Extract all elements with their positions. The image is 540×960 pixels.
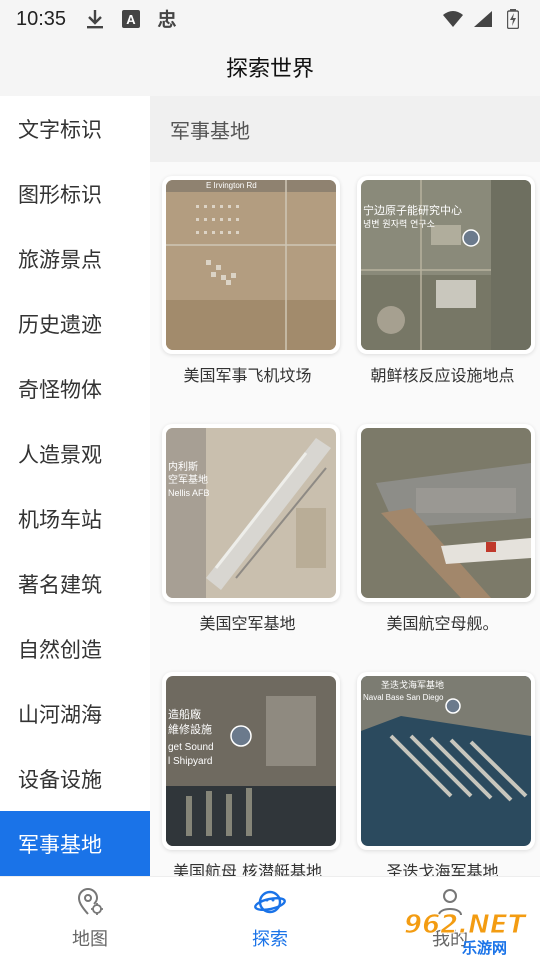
thumbnail-frame: 宁边原子能研究中心 녕변 원자력 연구소 xyxy=(357,176,535,354)
map-text: 宁边原子能研究中心 xyxy=(363,203,462,217)
nav-item-profile[interactable]: 我的 xyxy=(360,877,540,960)
wifi-icon xyxy=(442,8,464,30)
svg-text:A: A xyxy=(126,12,136,27)
map-text: 内利斯 xyxy=(168,460,198,473)
place-card[interactable]: 圣迭戈海军基地 Naval Base San Diego 圣迭戈海军基地 xyxy=(345,658,540,876)
sidebar-item-label: 设备设施 xyxy=(18,767,102,792)
bottom-nav: 地图 探索 我的 xyxy=(0,876,540,960)
section-title: 军事基地 xyxy=(150,96,540,162)
nav-label: 我的 xyxy=(432,928,468,950)
map-pin-icon xyxy=(75,887,105,921)
nav-label: 探索 xyxy=(252,928,288,950)
place-card-label: 圣迭戈海军基地 xyxy=(386,862,499,876)
map-text: get Sound xyxy=(168,742,214,753)
a-badge-icon: A xyxy=(120,8,142,30)
sidebar-item-tourist-spots[interactable]: 旅游景点 xyxy=(0,226,150,291)
map-text: 圣迭戈海军基地 xyxy=(381,679,444,691)
map-text: 녕변 원자력 연구소 xyxy=(363,218,435,230)
satellite-thumbnail: E Irvington Rd xyxy=(166,180,336,350)
main-panel: 军事基地 E Irvington Rd 美国军事飞机坟场 宁边原子能研究中心 녕… xyxy=(150,96,540,876)
sidebar-item-label: 军事基地 xyxy=(18,832,102,857)
thumbnail-frame: 圣迭戈海军基地 Naval Base San Diego xyxy=(357,672,535,850)
download-icon xyxy=(84,8,106,30)
thumbnail-frame xyxy=(357,424,535,602)
status-left-icons: A 忠 xyxy=(84,8,178,30)
sidebar-item-natural-creations[interactable]: 自然创造 xyxy=(0,616,150,681)
thumbnail-frame: E Irvington Rd xyxy=(162,176,340,354)
sidebar-item-airports-stations[interactable]: 机场车站 xyxy=(0,486,150,551)
map-text: 空军基地 xyxy=(168,473,208,486)
signal-icon xyxy=(472,8,494,30)
sidebar-item-label: 文字标识 xyxy=(18,117,102,142)
sidebar-item-label: 图形标识 xyxy=(18,182,102,207)
sidebar-item-famous-buildings[interactable]: 著名建筑 xyxy=(0,551,150,616)
map-text: l Shipyard xyxy=(168,756,212,767)
map-text: Naval Base San Diego xyxy=(363,693,444,702)
category-sidebar: 文字标识 图形标识 旅游景点 历史遗迹 奇怪物体 人造景观 机场车站 著名建筑 … xyxy=(0,96,150,876)
sidebar-item-label: 自然创造 xyxy=(18,637,102,662)
sidebar-item-mountains-rivers[interactable]: 山河湖海 xyxy=(0,681,150,746)
place-card-label: 美国军事飞机坟场 xyxy=(183,366,312,385)
sidebar-item-strange-objects[interactable]: 奇怪物体 xyxy=(0,356,150,421)
satellite-thumbnail: 圣迭戈海军基地 Naval Base San Diego xyxy=(361,676,531,846)
user-icon xyxy=(435,887,465,921)
place-card[interactable]: 美国航空母舰。 xyxy=(345,410,540,658)
sidebar-item-graphic-signs[interactable]: 图形标识 xyxy=(0,161,150,226)
sidebar-item-military-bases[interactable]: 军事基地 xyxy=(0,811,150,876)
map-text: Nellis AFB xyxy=(168,488,210,498)
sidebar-item-label: 历史遗迹 xyxy=(18,312,102,337)
page-title: 探索世界 xyxy=(225,57,314,82)
satellite-thumbnail: 宁边原子能研究中心 녕변 원자력 연구소 xyxy=(361,180,531,350)
map-text: E Irvington Rd xyxy=(206,181,257,190)
sidebar-item-label: 著名建筑 xyxy=(18,572,102,597)
app-header: 探索世界 xyxy=(0,38,540,96)
satellite-thumbnail xyxy=(361,428,531,598)
planet-icon xyxy=(254,887,286,921)
map-text: 維修設施 xyxy=(168,722,212,736)
bug-icon: 忠 xyxy=(156,8,178,30)
satellite-thumbnail: 内利斯 空军基地 Nellis AFB xyxy=(166,428,336,598)
thumbnail-frame: 造船廠 維修設施 get Sound l Shipyard xyxy=(162,672,340,850)
nav-label: 地图 xyxy=(72,928,108,950)
nav-item-explore[interactable]: 探索 xyxy=(180,877,360,960)
place-card-label: 美国空军基地 xyxy=(199,614,296,633)
sidebar-item-label: 奇怪物体 xyxy=(18,377,102,402)
sidebar-item-label: 山河湖海 xyxy=(18,702,102,727)
sidebar-item-text-signs[interactable]: 文字标识 xyxy=(0,96,150,161)
status-time: 10:35 xyxy=(16,7,67,30)
map-text: 造船廠 xyxy=(168,707,201,721)
svg-text:忠: 忠 xyxy=(158,9,177,30)
sidebar-item-man-made-landscapes[interactable]: 人造景观 xyxy=(0,421,150,486)
place-card[interactable]: 造船廠 維修設施 get Sound l Shipyard 美国航母 核潜艇基地 xyxy=(150,658,345,876)
sidebar-item-label: 机场车站 xyxy=(18,507,102,532)
nav-item-map[interactable]: 地图 xyxy=(0,877,180,960)
satellite-thumbnail: 造船廠 維修設施 get Sound l Shipyard xyxy=(166,676,336,846)
status-right-icons xyxy=(442,8,524,30)
sidebar-item-label: 人造景观 xyxy=(18,442,102,467)
place-card[interactable]: 宁边原子能研究中心 녕변 원자력 연구소 朝鲜核反应设施地点 xyxy=(345,162,540,410)
sidebar-item-historic-sites[interactable]: 历史遗迹 xyxy=(0,291,150,356)
sidebar-item-equipment-facilities[interactable]: 设备设施 xyxy=(0,746,150,811)
place-card-label: 美国航母 核潜艇基地 xyxy=(172,862,323,876)
sidebar-item-label: 旅游景点 xyxy=(18,247,102,272)
place-card[interactable]: 内利斯 空军基地 Nellis AFB 美国空军基地 xyxy=(150,410,345,658)
place-card-label: 朝鲜核反应设施地点 xyxy=(370,366,515,385)
thumbnail-frame: 内利斯 空军基地 Nellis AFB xyxy=(162,424,340,602)
battery-icon xyxy=(502,8,524,30)
place-card-label: 美国航空母舰。 xyxy=(386,614,499,633)
status-bar: 10:35 A 忠 xyxy=(0,0,540,38)
place-card[interactable]: E Irvington Rd 美国军事飞机坟场 xyxy=(150,162,345,410)
